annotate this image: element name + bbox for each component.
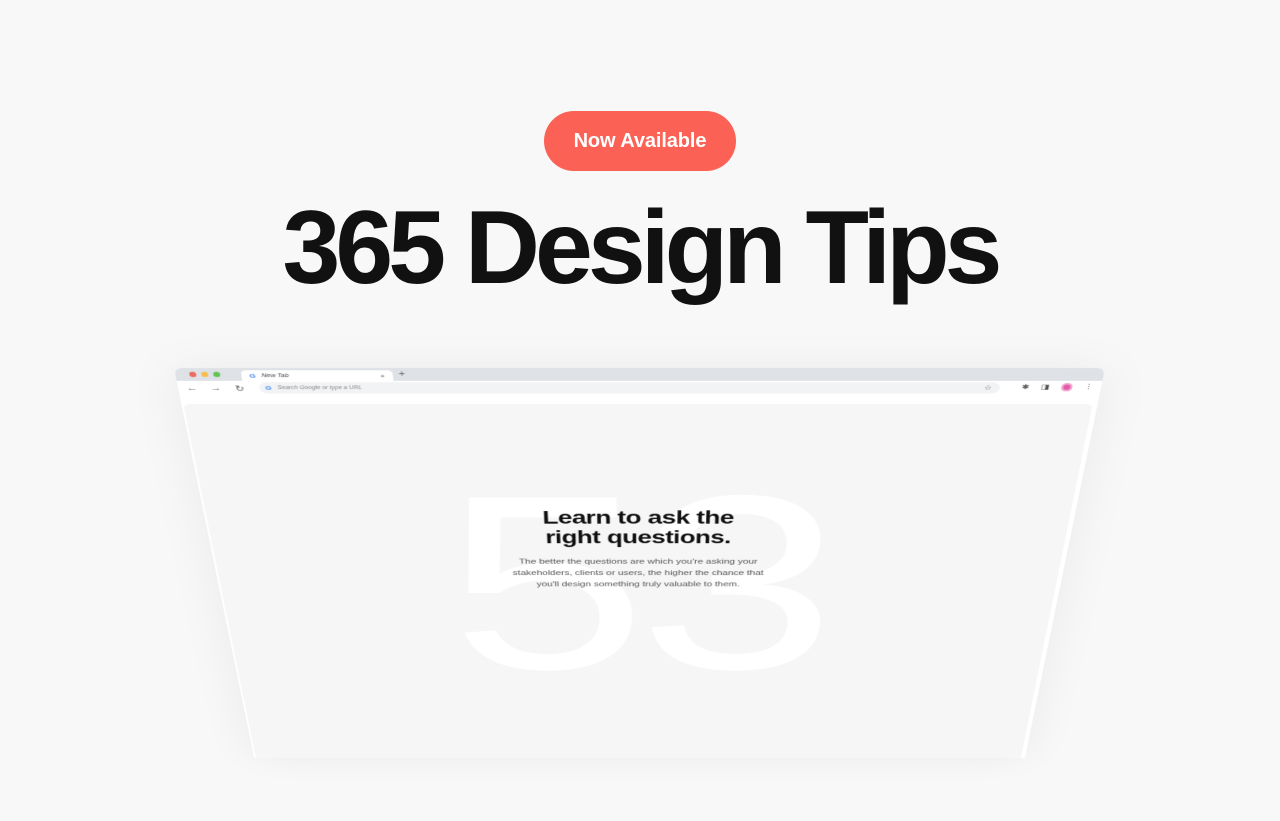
browser-toolbar: ← → ↻ G Search Google or type a URL ☆ ✱ … (176, 380, 1103, 396)
google-g-icon: G (264, 384, 273, 392)
menu-kebab-icon[interactable]: ⋮ (1083, 383, 1094, 391)
bookmark-star-icon[interactable]: ☆ (983, 384, 992, 392)
google-favicon-icon: G (248, 372, 257, 379)
back-arrow-icon[interactable]: ← (179, 384, 205, 393)
tip-title-line-2: right questions. (544, 526, 732, 548)
toolbar-right-actions: ✱ ◨ ⋮ (1021, 383, 1094, 392)
tip-title-line-1: Learn to ask the (541, 507, 735, 528)
maximize-window-button[interactable] (212, 371, 221, 378)
address-bar-placeholder: Search Google or type a URL (277, 385, 363, 391)
tip-description: The better the questions are which you'r… (215, 556, 1062, 590)
tab-new-tab[interactable]: G New Tab × (240, 370, 394, 381)
browser-window: G New Tab × + ← → ↻ G Search Google or t… (174, 368, 1105, 758)
side-panel-icon[interactable]: ◨ (1040, 383, 1050, 391)
new-tab-plus-icon[interactable]: + (398, 370, 405, 379)
reload-icon[interactable]: ↻ (227, 383, 253, 393)
tip-description-line-3: you'll design something truly valuable t… (536, 580, 740, 589)
tab-strip: G New Tab × + (174, 368, 1105, 381)
close-window-button[interactable] (188, 371, 197, 378)
minimize-window-button[interactable] (200, 371, 209, 378)
extensions-puzzle-icon[interactable]: ✱ (1021, 383, 1030, 391)
close-tab-icon[interactable]: × (380, 372, 385, 379)
tip-title: Learn to ask the right questions. (205, 507, 1072, 548)
address-bar[interactable]: G Search Google or type a URL ☆ (258, 382, 1001, 394)
profile-avatar[interactable] (1060, 383, 1074, 392)
new-tab-page-content: 53 Learn to ask the right questions. The… (183, 403, 1093, 758)
forward-arrow-icon[interactable]: → (203, 384, 228, 393)
tip-description-line-1: The better the questions are which you'r… (518, 557, 758, 566)
tab-title: New Tab (261, 372, 290, 379)
tip-description-line-2: stakeholders, clients or users, the high… (512, 569, 764, 577)
window-controls (188, 371, 221, 378)
browser-mockup-stage: G New Tab × + ← → ↻ G Search Google or t… (0, 0, 1280, 800)
